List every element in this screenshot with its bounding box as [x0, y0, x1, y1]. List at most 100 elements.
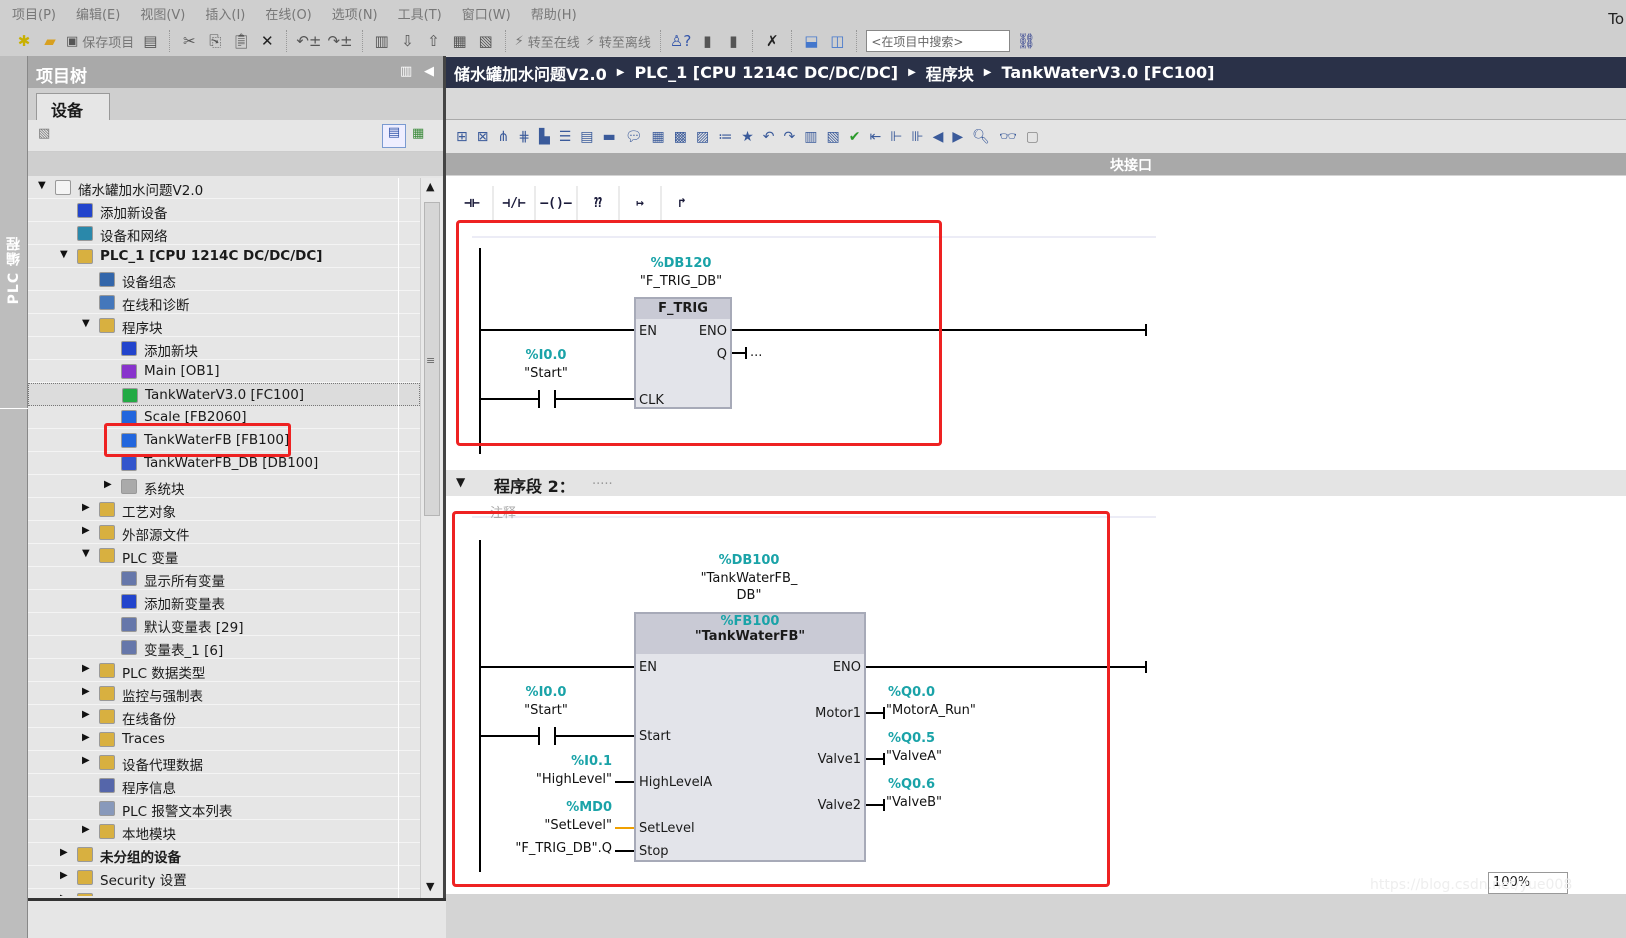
network-title-comment[interactable]: .....: [592, 473, 613, 488]
collapse-icon[interactable]: ▼: [456, 475, 465, 489]
menu-online[interactable]: 在线(O): [265, 4, 311, 23]
plc-programming-tab[interactable]: PLC 编程: [4, 236, 24, 304]
accessible-devices-icon[interactable]: ♙?: [670, 30, 691, 52]
breadcrumb-plc[interactable]: PLC_1 [CPU 1214C DC/DC/DC]: [634, 63, 898, 82]
tree-item[interactable]: 添加新设备: [28, 199, 420, 222]
tree-item[interactable]: ▶ Traces: [28, 728, 420, 751]
tree-item[interactable]: ▶ 系统块: [28, 475, 420, 498]
tab-devices[interactable]: 设备: [36, 93, 110, 120]
cross-reference-icon[interactable]: ✗: [762, 30, 782, 52]
instance-symbol-line2[interactable]: DB": [679, 588, 819, 603]
favorites-toggle-icon[interactable]: ★: [741, 129, 754, 145]
tree-item[interactable]: PLC 报警文本列表: [28, 797, 420, 820]
tree-item[interactable]: ▶ 本地模块: [28, 820, 420, 843]
go-offline-button[interactable]: ⚡︎ 转至离线: [586, 30, 651, 52]
tree-item[interactable]: ▼ 程序块: [28, 314, 420, 337]
new-group-icon[interactable]: ▧: [38, 126, 50, 141]
menu-edit[interactable]: 编辑(E): [76, 4, 120, 23]
collapse-arrow-icon[interactable]: ▼: [38, 180, 46, 191]
project-search-input[interactable]: <在项目中搜索>: [866, 30, 1011, 52]
motor1-symbol[interactable]: "MotorA_Run": [886, 703, 976, 718]
f-trig-block[interactable]: F_TRIG EN ENO Q CLK: [634, 297, 732, 409]
expand-arrow-icon[interactable]: ▶: [82, 755, 90, 766]
networks-expand-icon[interactable]: ☰: [559, 129, 572, 145]
tree-item[interactable]: 在线和诊断: [28, 291, 420, 314]
menu-view[interactable]: 视图(V): [140, 4, 185, 23]
compare-icon[interactable]: ▧: [827, 129, 840, 145]
tree-item[interactable]: ▶ 设备代理数据: [28, 751, 420, 774]
paste-icon[interactable]: 📋︎: [231, 30, 251, 52]
tree-item[interactable]: Main [OB1]: [28, 360, 420, 383]
contact-symbol[interactable]: "Start": [506, 366, 586, 381]
tankwaterfb-block[interactable]: %FB100 "TankWaterFB" EN ENO Start HighLe…: [634, 612, 866, 862]
call-icon[interactable]: ⊪: [911, 129, 923, 145]
expand-arrow-icon[interactable]: ▶: [60, 847, 68, 858]
monitor-icon[interactable]: ▦: [652, 129, 665, 145]
network-2-header[interactable]: ▼ 程序段 2： .....: [446, 470, 1626, 496]
expand-arrow-icon[interactable]: ▶: [104, 479, 112, 490]
tree-item[interactable]: ▶ 在线备份: [28, 705, 420, 728]
tree-item[interactable]: 添加新变量表: [28, 590, 420, 613]
download-icon[interactable]: ⇩: [398, 30, 418, 52]
check-icon[interactable]: ✔: [849, 129, 861, 145]
tree-item[interactable]: 变量表_1 [6]: [28, 636, 420, 659]
expand-arrow-icon[interactable]: ▶: [82, 502, 90, 513]
expand-arrow-icon[interactable]: ▶: [82, 824, 90, 835]
tree-item[interactable]: 设备组态: [28, 268, 420, 291]
copy-icon[interactable]: ⎘: [205, 30, 225, 52]
tree-item[interactable]: ▶ 公共数据: [28, 889, 420, 896]
comments-icon[interactable]: 💬︎: [625, 129, 643, 145]
menu-help[interactable]: 帮助(H): [531, 4, 577, 23]
tree-item[interactable]: 默认变量表 [29]: [28, 613, 420, 636]
expand-arrow-icon[interactable]: ▶: [82, 732, 90, 743]
menu-options[interactable]: 选项(N): [332, 4, 378, 23]
tree-item[interactable]: ▶ Security 设置: [28, 866, 420, 889]
save-project-button[interactable]: ▣ 保存项目: [66, 30, 134, 52]
favorites-icon[interactable]: ▬: [603, 129, 616, 145]
search-icon[interactable]: 🔍︎: [972, 129, 990, 145]
menu-tools[interactable]: 工具(T): [398, 4, 442, 23]
tree-scrollbar[interactable]: ▲ ≡ ▼: [420, 178, 442, 898]
insert-network-icon[interactable]: ⊞: [456, 129, 468, 145]
menu-insert[interactable]: 插入(I): [205, 4, 245, 23]
tree-item[interactable]: 显示所有变量: [28, 567, 420, 590]
tree-item[interactable]: TankWaterV3.0 [FC100]: [28, 383, 420, 406]
open-project-icon[interactable]: ▰: [40, 30, 60, 52]
monitoring-on-icon[interactable]: 👓︎: [999, 129, 1017, 145]
label-icon[interactable]: ⊩: [890, 129, 902, 145]
highlevel-symbol[interactable]: "HighLevel": [506, 772, 612, 787]
tree-item[interactable]: ▶ PLC 数据类型: [28, 659, 420, 682]
breadcrumb-program-blocks[interactable]: 程序块: [926, 61, 974, 85]
print-icon[interactable]: ▤: [140, 30, 160, 52]
overview-icon[interactable]: ▦: [412, 126, 424, 141]
simulation-icon[interactable]: ▦: [450, 30, 470, 52]
scroll-down-icon[interactable]: ▼: [426, 880, 434, 893]
breadcrumb-project[interactable]: 储水罐加水问题V2.0: [454, 61, 607, 85]
snapshot-icon[interactable]: ▩: [674, 129, 687, 145]
menu-project[interactable]: 项目(P): [12, 4, 56, 23]
jump-icon[interactable]: ⇤: [869, 129, 881, 145]
expand-arrow-icon[interactable]: ▶: [60, 870, 68, 881]
next-error-icon[interactable]: ▶: [952, 129, 963, 145]
tree-item[interactable]: ▶ 未分组的设备: [28, 843, 420, 866]
collapse-arrow-icon[interactable]: ▼: [82, 548, 90, 559]
stop-cpu-icon[interactable]: ▮: [723, 30, 743, 52]
upload-icon[interactable]: ⇧: [424, 30, 444, 52]
start-symbol[interactable]: "Start": [506, 703, 586, 718]
binoculars-icon[interactable]: ⛓: [1016, 30, 1036, 52]
tree-item[interactable]: ▶ 工艺对象: [28, 498, 420, 521]
expand-arrow-icon[interactable]: ▶: [82, 525, 90, 536]
close-branch-icon[interactable]: ⋕: [518, 129, 530, 145]
split-vertical-icon[interactable]: ◫: [827, 30, 847, 52]
scroll-up-icon[interactable]: ▲: [426, 180, 434, 193]
instance-symbol-line1[interactable]: "TankWaterFB_: [679, 571, 819, 586]
instance-symbol[interactable]: "F_TRIG_DB": [621, 274, 741, 289]
tree-item[interactable]: ▶ 外部源文件: [28, 521, 420, 544]
redo-icon[interactable]: ↷±: [327, 30, 352, 52]
q-operand[interactable]: ...: [750, 345, 762, 360]
load-values-icon[interactable]: ▨: [696, 129, 709, 145]
stop-symbol[interactable]: "F_TRIG_DB".Q: [486, 841, 612, 856]
new-project-icon[interactable]: ✱: [14, 30, 34, 52]
line-numbers-icon[interactable]: ≔: [718, 129, 732, 145]
tree-item[interactable]: 设备和网络: [28, 222, 420, 245]
